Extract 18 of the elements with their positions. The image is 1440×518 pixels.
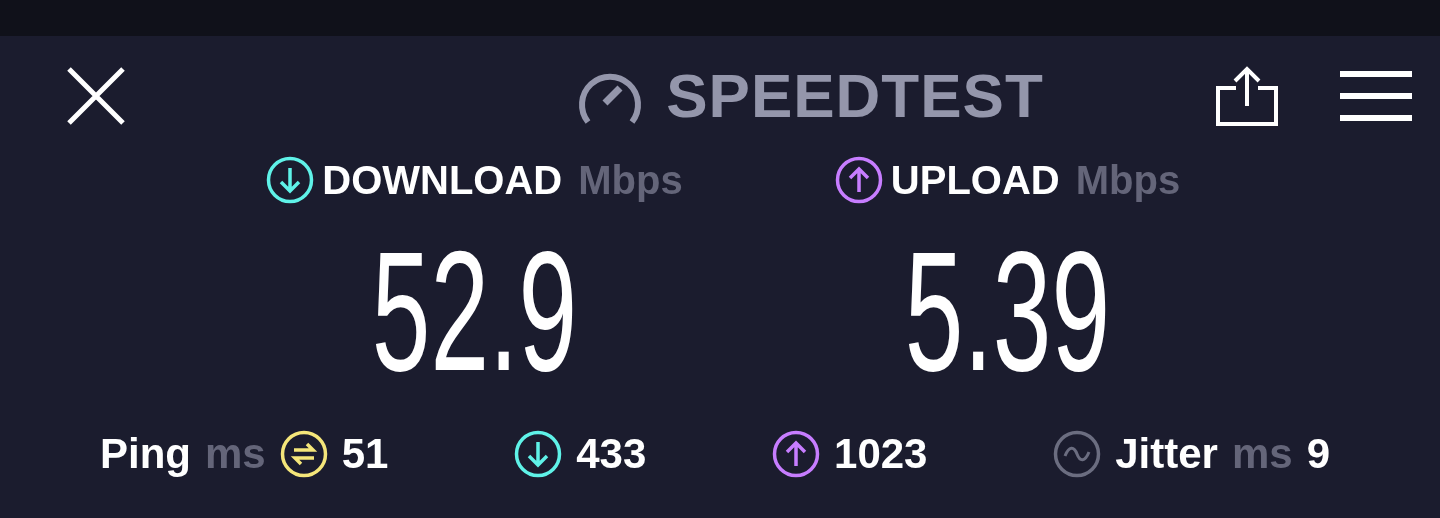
stat-label: Jitter	[1115, 433, 1218, 475]
stat-value: 9	[1306, 433, 1330, 475]
unit-label: Mbps	[1075, 160, 1181, 200]
speed-value: 52.9	[371, 226, 578, 396]
stat-label: Ping	[100, 433, 191, 475]
stat-value: 433	[576, 433, 647, 475]
app-title: SPEEDTEST	[666, 65, 1044, 127]
result-label: UPLOAD	[890, 160, 1060, 200]
stat-value: 51	[341, 433, 389, 475]
speed-value: 5.39	[904, 226, 1111, 396]
stat-value: 1023	[834, 433, 928, 475]
unit-label: Mbps	[578, 160, 683, 200]
share-icon[interactable]	[1216, 66, 1278, 126]
result-label: DOWNLOAD	[322, 160, 563, 200]
close-icon[interactable]	[66, 66, 126, 126]
menu-icon[interactable]	[1340, 71, 1412, 121]
unit-label: ms	[1231, 433, 1293, 475]
unit-label: ms	[205, 433, 266, 475]
